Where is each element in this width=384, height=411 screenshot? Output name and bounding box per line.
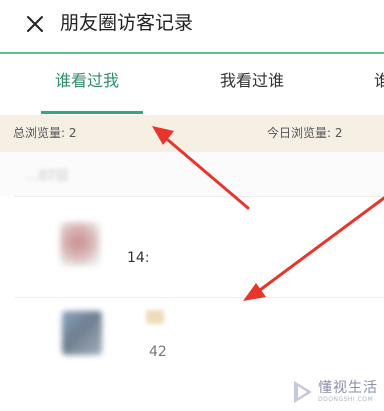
close-icon bbox=[27, 16, 43, 32]
tab-third[interactable]: 谁 bbox=[374, 70, 384, 92]
close-button[interactable] bbox=[20, 9, 50, 39]
active-tab-indicator bbox=[41, 111, 143, 114]
list-divider bbox=[14, 196, 384, 197]
total-views: 总浏览量: 2 bbox=[13, 126, 77, 140]
watermark-url: DDONGSHI.COM bbox=[318, 396, 374, 403]
visit-time: 14: bbox=[127, 250, 150, 266]
watermark-brand: 懂视生活 bbox=[318, 380, 378, 396]
top-bar: 朋友圈访客记录 bbox=[0, 0, 384, 47]
today-views: 今日浏览量: 2 bbox=[267, 126, 343, 140]
blur-mask bbox=[150, 238, 210, 278]
date-header: …07日 bbox=[0, 152, 384, 196]
header-divider bbox=[0, 52, 384, 54]
tab-bar: 谁看过我 我看过谁 谁 bbox=[0, 56, 384, 114]
stats-bar: 总浏览量: 2 今日浏览量: 2 bbox=[0, 115, 384, 152]
tab-who-viewed-me[interactable]: 谁看过我 bbox=[55, 70, 119, 92]
watermark: 懂视生活 DDONGSHI.COM bbox=[288, 374, 384, 411]
tab-who-i-viewed[interactable]: 我看过谁 bbox=[220, 70, 284, 92]
date-label: …07日 bbox=[26, 169, 69, 184]
visitor-avatar[interactable] bbox=[62, 311, 102, 355]
visitor-avatar[interactable] bbox=[60, 222, 100, 266]
list-divider bbox=[14, 297, 384, 298]
visit-time: 42 bbox=[149, 344, 167, 360]
blurred-chip bbox=[146, 310, 164, 324]
page-title: 朋友圈访客记录 bbox=[60, 12, 194, 34]
arrow-to-list bbox=[243, 196, 384, 301]
play-logo-icon bbox=[294, 381, 312, 403]
